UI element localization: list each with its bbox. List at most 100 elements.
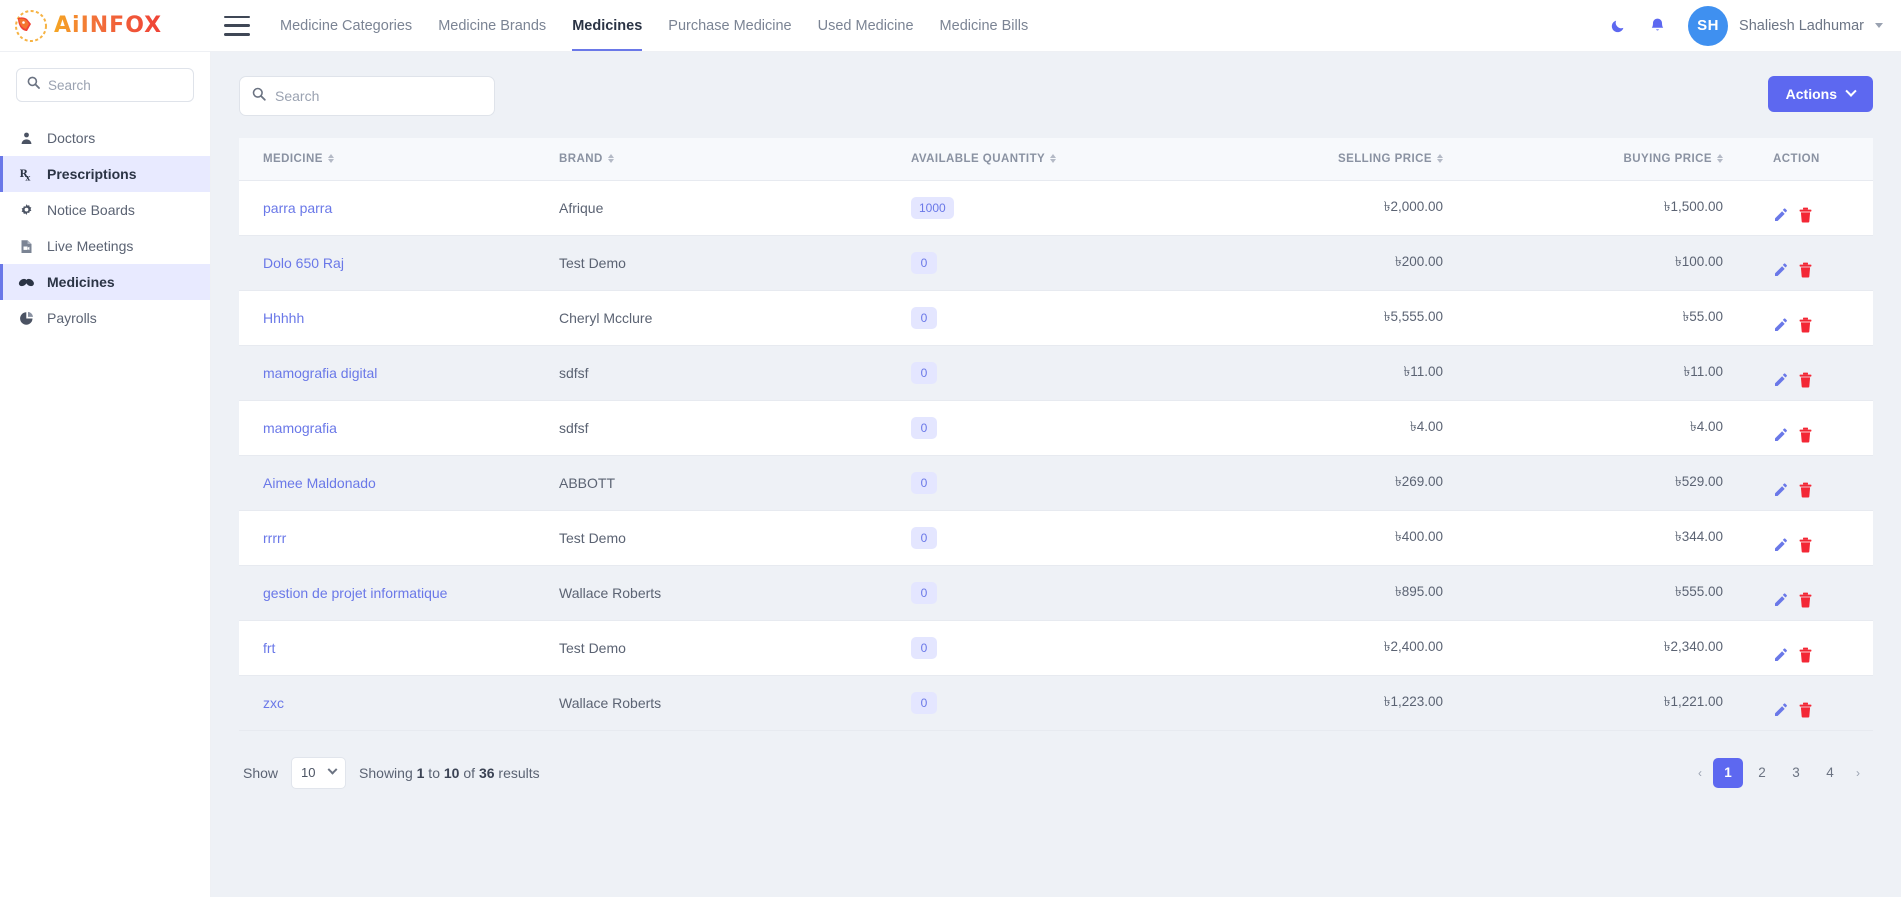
- showing-results-text: Showing 1 to 10 of 36 results: [359, 765, 540, 781]
- medicine-link[interactable]: rrrrr: [263, 530, 286, 546]
- trash-icon[interactable]: [1798, 702, 1813, 718]
- column-header-brand[interactable]: BRAND: [559, 138, 911, 181]
- svg-text:x: x: [26, 172, 31, 182]
- pagination-prev[interactable]: ‹: [1691, 758, 1709, 788]
- moon-icon[interactable]: [1610, 17, 1627, 34]
- pagination-page-4[interactable]: 4: [1815, 758, 1845, 788]
- cell-brand: Test Demo: [559, 510, 911, 565]
- table-search-input[interactable]: [275, 88, 482, 104]
- edit-pencil-icon[interactable]: [1773, 262, 1789, 278]
- cell-brand: Afrique: [559, 180, 911, 235]
- pagination-page-2[interactable]: 2: [1747, 758, 1777, 788]
- sidebar-item-live-meetings[interactable]: Live Meetings: [0, 228, 210, 264]
- table-row: Aimee Maldonado ABBOTT 0 ৳269.00 ৳529.00: [239, 455, 1873, 510]
- buying-price-value: ৳100.00: [1674, 254, 1723, 269]
- trash-icon[interactable]: [1798, 262, 1813, 278]
- column-label: SELLING PRICE: [1337, 152, 1432, 165]
- trash-icon[interactable]: [1798, 482, 1813, 498]
- table-body: parra parra Afrique 1000 ৳2,000.00 ৳1,500.00…: [239, 180, 1873, 730]
- page-size-select[interactable]: 10: [291, 756, 347, 789]
- column-label: AVAILABLE QUANTITY: [911, 152, 1046, 165]
- cell-available-quantity: 0: [911, 620, 1191, 675]
- edit-pencil-icon[interactable]: [1773, 372, 1789, 388]
- edit-pencil-icon[interactable]: [1773, 592, 1789, 608]
- medicine-link[interactable]: Hhhhh: [263, 310, 304, 326]
- tab-medicine-categories[interactable]: Medicine Categories: [280, 0, 412, 51]
- medicine-link[interactable]: mamografia digital: [263, 365, 377, 381]
- column-header-buying-price[interactable]: BUYING PRICE: [1471, 138, 1751, 181]
- tab-medicines[interactable]: Medicines: [572, 0, 643, 51]
- cell-action: [1751, 400, 1873, 455]
- selling-price-value: ৳2,400.00: [1383, 639, 1443, 654]
- table-search[interactable]: [239, 76, 495, 116]
- cell-buying-price: ৳4.00: [1471, 400, 1751, 455]
- tab-used-medicine[interactable]: Used Medicine: [818, 0, 914, 51]
- cell-selling-price: ৳5,555.00: [1191, 290, 1471, 345]
- trash-icon[interactable]: [1798, 372, 1813, 388]
- tab-medicine-brands[interactable]: Medicine Brands: [438, 0, 546, 51]
- cell-selling-price: ৳200.00: [1191, 235, 1471, 290]
- cell-available-quantity: 1000: [911, 180, 1191, 235]
- medicine-link[interactable]: parra parra: [263, 200, 332, 216]
- tab-medicine-bills[interactable]: Medicine Bills: [940, 0, 1029, 51]
- trash-icon[interactable]: [1798, 317, 1813, 333]
- cell-available-quantity: 0: [911, 675, 1191, 730]
- actions-button[interactable]: Actions: [1767, 76, 1873, 112]
- brand-label: Test Demo: [559, 639, 626, 656]
- edit-pencil-icon[interactable]: [1773, 317, 1789, 333]
- brand-label: Cheryl Mcclure: [559, 309, 653, 326]
- column-header-available-quantity[interactable]: AVAILABLE QUANTITY: [911, 138, 1191, 181]
- edit-pencil-icon[interactable]: [1773, 537, 1789, 553]
- sidebar-item-payrolls[interactable]: Payrolls: [0, 300, 210, 336]
- trash-icon[interactable]: [1798, 427, 1813, 443]
- medicine-link[interactable]: mamografia: [263, 420, 337, 436]
- medicine-link[interactable]: zxc: [263, 695, 284, 711]
- sidebar-search-input[interactable]: [48, 77, 183, 93]
- column-header-medicine[interactable]: MEDICINE: [239, 138, 559, 181]
- medicine-link[interactable]: gestion de projet informatique: [263, 585, 447, 601]
- sidebar-item-prescriptions[interactable]: Rx Prescriptions: [0, 156, 210, 192]
- actions-button-label: Actions: [1785, 86, 1837, 102]
- page-size-control: Show 10 Showing 1 to 10 of 36 results: [243, 756, 540, 789]
- edit-pencil-icon[interactable]: [1773, 702, 1789, 718]
- bell-icon[interactable]: [1649, 17, 1666, 35]
- cell-buying-price: ৳555.00: [1471, 565, 1751, 620]
- edit-pencil-icon[interactable]: [1773, 427, 1789, 443]
- medicine-link[interactable]: frt: [263, 640, 275, 656]
- sidebar-item-medicines[interactable]: Medicines: [0, 264, 210, 300]
- trash-icon[interactable]: [1798, 592, 1813, 608]
- cell-medicine: parra parra: [239, 180, 559, 235]
- trash-icon[interactable]: [1798, 207, 1813, 223]
- column-header-selling-price[interactable]: SELLING PRICE: [1191, 138, 1471, 181]
- edit-pencil-icon[interactable]: [1773, 207, 1789, 223]
- trash-icon[interactable]: [1798, 537, 1813, 553]
- cell-action: [1751, 565, 1873, 620]
- hamburger-icon[interactable]: [224, 15, 250, 36]
- edit-pencil-icon[interactable]: [1773, 482, 1789, 498]
- brand-logo[interactable]: AiINFOX: [14, 9, 210, 43]
- cell-brand: ABBOTT: [559, 455, 911, 510]
- cell-brand: Test Demo: [559, 235, 911, 290]
- sidebar-search[interactable]: [16, 68, 194, 102]
- medicine-link[interactable]: Dolo 650 Raj: [263, 255, 344, 271]
- cell-action: [1751, 235, 1873, 290]
- column-label: BUYING PRICE: [1623, 152, 1712, 165]
- sidebar-item-label: Medicines: [47, 274, 115, 290]
- selling-price-value: ৳200.00: [1394, 254, 1443, 269]
- user-menu[interactable]: SH Shaliesh Ladhumar: [1688, 5, 1883, 46]
- pagination-next[interactable]: ›: [1849, 758, 1867, 788]
- pagination-page-1[interactable]: 1: [1713, 757, 1743, 788]
- cell-buying-price: ৳1,221.00: [1471, 675, 1751, 730]
- sidebar-item-notice-boards[interactable]: Notice Boards: [0, 192, 210, 228]
- buying-price-value: ৳529.00: [1674, 474, 1723, 489]
- buying-price-value: ৳1,221.00: [1663, 694, 1723, 709]
- column-header-action: ACTION: [1751, 138, 1873, 181]
- edit-pencil-icon[interactable]: [1773, 647, 1789, 663]
- pagination-page-3[interactable]: 3: [1781, 758, 1811, 788]
- medicine-link[interactable]: Aimee Maldonado: [263, 475, 376, 491]
- tab-purchase-medicine[interactable]: Purchase Medicine: [668, 0, 791, 51]
- buying-price-value: ৳11.00: [1683, 364, 1723, 379]
- sidebar-item-doctors[interactable]: Doctors: [0, 120, 210, 156]
- trash-icon[interactable]: [1798, 647, 1813, 663]
- selling-price-value: ৳4.00: [1410, 419, 1443, 434]
